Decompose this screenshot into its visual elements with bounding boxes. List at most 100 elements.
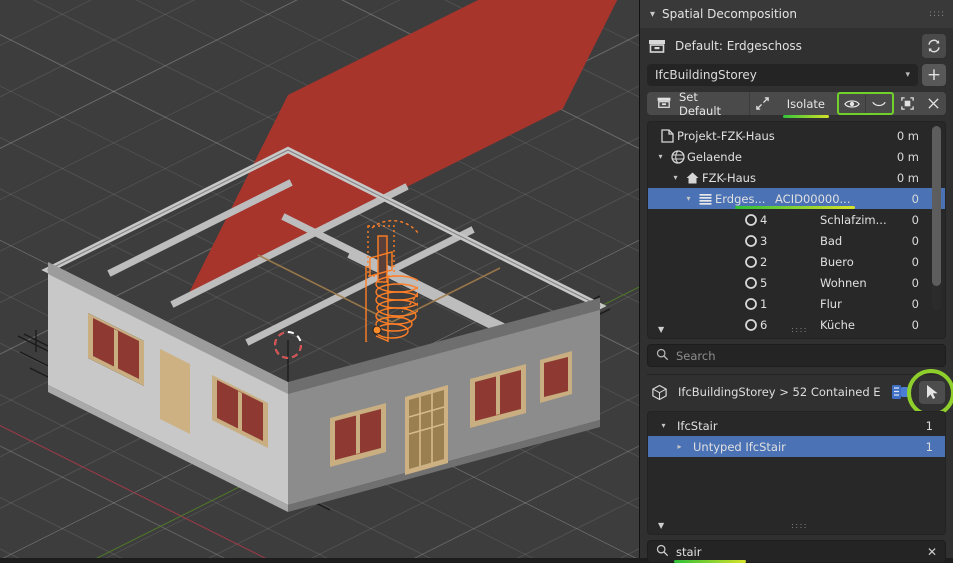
eye-icon[interactable] [839, 95, 865, 113]
space-circle-icon [741, 234, 760, 248]
ifc-class-value: IfcBuildingStorey [655, 68, 905, 82]
default-storey-label: Default: Erdgeschoss [675, 39, 914, 53]
space-circle-icon [741, 213, 760, 227]
storey-icon [656, 95, 672, 113]
filter-funnel-icon[interactable]: ▼ [658, 521, 664, 530]
isolate-button[interactable]: Isolate [775, 92, 837, 115]
search-icon [656, 544, 669, 560]
visibility-group [837, 92, 946, 115]
space-circle-icon [741, 255, 760, 269]
right-wall-openings [0, 0, 639, 558]
spatial-tree[interactable]: Projekt-FZK-Haus 0 m ▾ Gelaende 0 m [647, 121, 946, 339]
file-icon [658, 129, 677, 143]
collapse-expand-icon[interactable] [750, 92, 775, 115]
space-circle-icon [741, 276, 760, 290]
chevron-down-icon[interactable]: ▾ [650, 9, 655, 20]
select-box-icon[interactable] [894, 92, 920, 115]
tree-row-name: 2 [760, 255, 812, 269]
table-row[interactable]: Projekt-FZK-Haus 0 m [648, 125, 945, 146]
refresh-icon[interactable] [922, 34, 946, 58]
tree-row-identification: Bad [820, 234, 842, 248]
house-model [0, 0, 639, 558]
element-row-name: IfcStair [677, 419, 718, 433]
table-row-selected[interactable]: ▸ Untyped IfcStair 1 [648, 436, 945, 457]
tree-row-name: FZK-Haus [702, 171, 756, 185]
breadcrumb-text: IfcBuildingStorey > 52 Contained Eleme..… [678, 385, 881, 399]
twisty-down-icon[interactable]: ▾ [653, 152, 668, 161]
default-storey-row: Default: Erdgeschoss [647, 33, 946, 59]
element-search-value: stair [676, 545, 701, 559]
spatial-decomposition-panel: ▾ Spatial Decomposition :::: Default: Er… [639, 0, 953, 558]
storey-toolbar: Set Default Isolate [647, 92, 946, 115]
tree-row-identification: ACID00000... [775, 192, 851, 206]
add-storey-button[interactable]: + [922, 64, 946, 86]
search-icon [656, 348, 669, 364]
grip-dots-icon[interactable]: :::: [791, 521, 808, 530]
tree-row-name: Gelaende [687, 150, 742, 164]
close-x-icon[interactable] [920, 92, 946, 115]
tree-row-name: Erdges... [715, 192, 767, 206]
selected-stair-wireframe[interactable] [358, 212, 418, 342]
filter-funnel-icon[interactable]: ▼ [658, 325, 664, 334]
tree-scrollbar-thumb[interactable] [932, 126, 941, 286]
tree-scrollbar[interactable] [932, 126, 941, 311]
chevron-down-icon: ▾ [905, 70, 910, 80]
search-placeholder: Search [676, 349, 716, 363]
set-default-label: Set Default [679, 90, 740, 118]
eye-closed-icon[interactable] [865, 95, 892, 113]
tree-row-name: 5 [760, 276, 812, 290]
table-row[interactable]: 5 Wohnen 0 [648, 272, 945, 293]
table-row[interactable]: 1 Flur 0 [648, 293, 945, 314]
twisty-right-icon[interactable]: ▸ [672, 442, 687, 451]
table-row[interactable]: ▾ FZK-Haus 0 m [648, 167, 945, 188]
table-row-selected[interactable]: ▾ Erdges... ACID00000... [648, 188, 945, 209]
element-row-value: 1 [926, 419, 945, 433]
panel-title: Spatial Decomposition [662, 7, 797, 21]
site-globe-icon [668, 150, 687, 164]
3d-viewport[interactable] [0, 0, 639, 558]
spatial-search-field[interactable]: Search [647, 344, 946, 367]
table-row[interactable]: 2 Buero 0 [648, 251, 945, 272]
twisty-down-icon[interactable]: ▾ [668, 173, 683, 182]
table-row[interactable]: 3 Bad 0 [648, 230, 945, 251]
cursor-arrow-icon[interactable] [919, 381, 945, 404]
3d-cursor [274, 331, 302, 359]
element-tree[interactable]: ▾ IfcStair 1 ▸ Untyped IfcStair 1 ▼ :::: [647, 411, 946, 535]
table-row[interactable]: 4 Schlafzim... 0 [648, 209, 945, 230]
tree-footer: ▼ :::: [648, 321, 945, 338]
panel-header[interactable]: ▾ Spatial Decomposition :::: [640, 0, 953, 28]
class-select-row: IfcBuildingStorey ▾ + [647, 64, 946, 86]
set-default-button[interactable]: Set Default [647, 92, 749, 115]
table-row[interactable]: ▾ IfcStair 1 [648, 415, 945, 436]
tree-row-identification: Flur [820, 297, 842, 311]
element-row-value: 1 [926, 440, 945, 454]
panel-body: Default: Erdgeschoss IfcBuildingStorey ▾ [640, 28, 953, 563]
blender-bonsai-window: ▾ Spatial Decomposition :::: Default: Er… [0, 0, 953, 558]
table-row[interactable]: ▾ Gelaende 0 m [648, 146, 945, 167]
ifc-class-dropdown[interactable]: IfcBuildingStorey ▾ [647, 64, 918, 86]
storey-lines-icon [696, 192, 715, 206]
tree-row-identification: Wohnen [820, 276, 867, 290]
tree-row-name: Projekt-FZK-Haus [677, 129, 775, 143]
panel-divider [647, 374, 946, 375]
tree-row-name: 1 [760, 297, 812, 311]
element-search-field[interactable]: stair ✕ [647, 540, 946, 563]
list-select-icon[interactable] [889, 382, 911, 403]
isolate-highlight [783, 115, 829, 119]
search-highlight [674, 560, 746, 563]
grip-dots-icon[interactable]: :::: [791, 325, 808, 334]
grip-dots-icon[interactable]: :::: [929, 12, 943, 17]
close-x-icon[interactable]: ✕ [927, 545, 937, 559]
breadcrumb: IfcBuildingStorey > 52 Contained Eleme..… [647, 379, 946, 405]
element-tree-footer: ▼ :::: [648, 517, 945, 534]
isolate-label: Isolate [787, 97, 825, 111]
tree-row-name: 4 [760, 213, 812, 227]
twisty-down-icon[interactable]: ▾ [656, 421, 671, 430]
space-circle-icon [741, 297, 760, 311]
twisty-down-icon[interactable]: ▾ [681, 194, 696, 203]
building-home-icon [683, 171, 702, 185]
element-row-name: Untyped IfcStair [693, 440, 786, 454]
storey-icon [647, 37, 667, 55]
tree-row-identification: Buero [820, 255, 854, 269]
tree-row-name: 3 [760, 234, 812, 248]
